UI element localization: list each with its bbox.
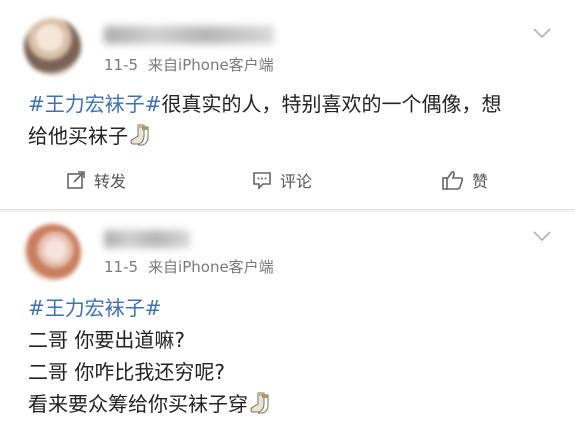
comment-icon: [253, 172, 271, 190]
thumbs-up-icon: [442, 170, 464, 190]
post-actions: 转发 评论 赞: [0, 160, 575, 200]
post-time: 11-5: [104, 56, 139, 74]
post-source: 来自iPhone客户端: [148, 56, 274, 74]
post-body: #王力宏袜子# 二哥 你要出道嘛? 二哥 你咋比我还穷呢? 看来要众筹给你买袜子…: [28, 292, 547, 420]
username-blurred[interactable]: [104, 26, 274, 44]
repost-button[interactable]: 转发: [66, 168, 126, 192]
socks-emoji: [130, 124, 149, 146]
like-label: 赞: [472, 172, 489, 191]
username-blurred[interactable]: [104, 230, 190, 248]
post-text-line1: 很真实的人，特别喜欢的一个偶像，想: [161, 92, 502, 116]
post-text-line: 看来要众筹给你买袜子穿: [28, 392, 248, 416]
post-text-line2: 给他买袜子: [28, 124, 128, 148]
chevron-down-icon[interactable]: [533, 27, 551, 39]
post-text-line: 二哥 你要出道嘛?: [28, 328, 185, 352]
topic-link[interactable]: #王力宏袜子#: [28, 296, 162, 320]
avatar[interactable]: [24, 18, 81, 75]
repost-label: 转发: [94, 172, 127, 191]
post-text-line: 二哥 你咋比我还穷呢?: [28, 360, 225, 384]
comment-button[interactable]: 评论: [252, 168, 312, 192]
avatar[interactable]: [24, 224, 81, 281]
post-time: 11-5: [104, 258, 139, 276]
socks-emoji: [250, 392, 269, 414]
repost-icon: [67, 171, 85, 189]
chevron-down-icon[interactable]: [533, 230, 551, 242]
weibo-post-1: 11-5 来自iPhone客户端 #王力宏袜子#很真实的人，特别喜欢的一个偶像，想…: [0, 0, 575, 210]
weibo-post-2: 11-5 来自iPhone客户端 #王力宏袜子# 二哥 你要出道嘛? 二哥 你咋比…: [0, 212, 575, 432]
post-body: #王力宏袜子#很真实的人，特别喜欢的一个偶像，想 给他买袜子: [28, 88, 547, 152]
topic-link[interactable]: #王力宏袜子#: [28, 92, 162, 116]
post-meta: 11-5 来自iPhone客户端: [104, 54, 274, 75]
comment-label: 评论: [280, 172, 313, 191]
like-button[interactable]: 赞: [442, 168, 488, 192]
post-source: 来自iPhone客户端: [148, 258, 274, 276]
post-meta: 11-5 来自iPhone客户端: [104, 256, 274, 277]
